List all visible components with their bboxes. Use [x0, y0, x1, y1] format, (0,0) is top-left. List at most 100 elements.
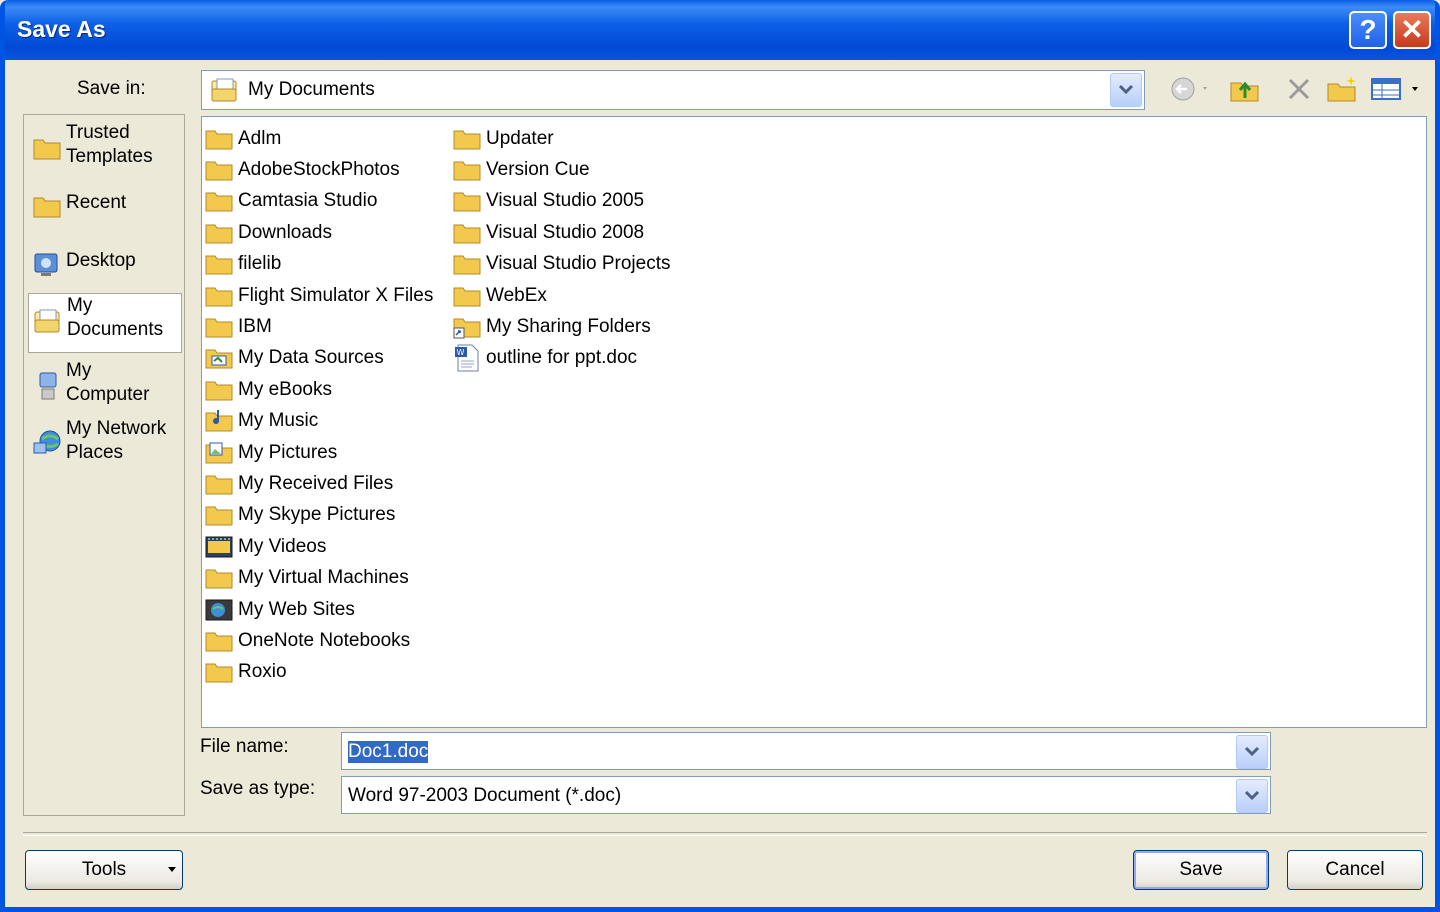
- list-item[interactable]: Camtasia Studio: [204, 186, 433, 217]
- file-name: AdobeStockPhotos: [238, 159, 400, 181]
- documents-icon: [33, 308, 63, 343]
- separator: [23, 832, 1427, 836]
- place-recent[interactable]: Recent: [28, 191, 182, 223]
- place-desktop[interactable]: Desktop: [28, 249, 182, 281]
- file-name: outline for ppt.doc: [486, 347, 638, 369]
- list-item[interactable]: IBM: [204, 311, 433, 342]
- list-item[interactable]: My Pictures: [204, 437, 433, 468]
- tools-button[interactable]: Tools: [25, 850, 183, 890]
- list-item[interactable]: Version Cue: [452, 154, 670, 185]
- title-bar[interactable]: Save As ? ✕: [5, 0, 1435, 60]
- shared-folder-icon: [452, 314, 486, 340]
- views-button[interactable]: [1367, 70, 1425, 108]
- list-item[interactable]: My Sharing Folders: [452, 311, 670, 342]
- desktop-icon: [32, 251, 62, 286]
- file-column-1: Adlm AdobeStockPhotos Camtasia Studio Do…: [204, 123, 433, 688]
- views-icon: [1371, 78, 1418, 100]
- file-name: OneNote Notebooks: [238, 629, 411, 651]
- list-item[interactable]: Adlm: [204, 123, 433, 154]
- save-in-dropdown[interactable]: My Documents: [201, 70, 1145, 110]
- place-label: Computer: [66, 384, 150, 405]
- file-name: WebEx: [486, 284, 547, 306]
- chevron-down-icon: [1118, 84, 1134, 95]
- folder-icon: [452, 188, 486, 214]
- svg-text:W: W: [457, 348, 465, 357]
- data-sources-icon: [204, 345, 238, 371]
- back-button[interactable]: [1165, 70, 1215, 108]
- list-item[interactable]: filelib: [204, 249, 433, 280]
- up-folder-icon: [1230, 81, 1259, 102]
- save-type-dropdown-button[interactable]: [1236, 779, 1268, 813]
- folder-icon: [204, 283, 238, 309]
- file-name: Visual Studio Projects: [486, 253, 671, 275]
- list-item[interactable]: Roxio: [204, 657, 433, 688]
- folder-icon: [204, 628, 238, 654]
- place-my-computer[interactable]: My Computer: [28, 359, 182, 415]
- save-type-label: Save as type:: [200, 778, 316, 799]
- list-item[interactable]: My eBooks: [204, 374, 433, 405]
- list-item[interactable]: Updater: [452, 123, 670, 154]
- file-name: filelib: [238, 253, 282, 275]
- place-trusted-templates[interactable]: Trusted Templates: [28, 121, 182, 177]
- file-name: Version Cue: [486, 159, 590, 181]
- back-icon: [1171, 77, 1207, 101]
- delete-button[interactable]: [1281, 70, 1317, 108]
- list-item[interactable]: Visual Studio 2005: [452, 186, 670, 217]
- place-my-network-places[interactable]: My Network Places: [28, 417, 182, 473]
- file-name: My Virtual Machines: [238, 567, 409, 589]
- place-label: Templates: [66, 146, 153, 167]
- list-item[interactable]: My Videos: [204, 531, 433, 562]
- list-item[interactable]: Woutline for ppt.doc: [452, 343, 670, 374]
- place-label: Documents: [67, 319, 164, 340]
- list-item[interactable]: AdobeStockPhotos: [204, 154, 433, 185]
- folder-icon: [204, 220, 238, 246]
- save-type-select[interactable]: Word 97-2003 Document (*.doc): [341, 776, 1271, 814]
- chevron-down-icon: [1244, 746, 1260, 757]
- close-button[interactable]: ✕: [1393, 11, 1431, 49]
- web-sites-folder-icon: [204, 597, 238, 623]
- list-item[interactable]: Visual Studio 2008: [452, 217, 670, 248]
- place-my-documents[interactable]: My Documents: [28, 293, 182, 353]
- file-name: My eBooks: [238, 378, 332, 400]
- folder-icon: [452, 283, 486, 309]
- list-item[interactable]: My Data Sources: [204, 343, 433, 374]
- file-list[interactable]: Adlm AdobeStockPhotos Camtasia Studio Do…: [201, 116, 1427, 728]
- list-item[interactable]: My Music: [204, 406, 433, 437]
- save-button[interactable]: Save: [1133, 850, 1269, 890]
- list-item[interactable]: Visual Studio Projects: [452, 249, 670, 280]
- new-folder-button[interactable]: [1323, 70, 1361, 108]
- save-type-value: Word 97-2003 Document (*.doc): [348, 785, 622, 806]
- up-one-level-button[interactable]: [1225, 70, 1265, 108]
- list-item[interactable]: My Virtual Machines: [204, 562, 433, 593]
- folder-icon: [204, 377, 238, 403]
- file-name: My Data Sources: [238, 347, 384, 369]
- list-item[interactable]: My Received Files: [204, 468, 433, 499]
- folder-icon: [204, 565, 238, 591]
- list-item[interactable]: My Skype Pictures: [204, 500, 433, 531]
- cancel-button[interactable]: Cancel: [1287, 850, 1423, 890]
- save-in-dropdown-button[interactable]: [1110, 73, 1142, 107]
- list-item[interactable]: WebEx: [452, 280, 670, 311]
- file-name-dropdown-button[interactable]: [1236, 735, 1268, 769]
- file-name-input[interactable]: Doc1.doc: [348, 741, 429, 763]
- place-label: My Network: [66, 418, 167, 439]
- list-item[interactable]: Downloads: [204, 217, 433, 248]
- list-item[interactable]: OneNote Notebooks: [204, 625, 433, 656]
- file-name-combo[interactable]: Doc1.doc: [341, 732, 1271, 770]
- help-button[interactable]: ?: [1349, 11, 1387, 49]
- folder-icon: [204, 126, 238, 152]
- file-name: Adlm: [238, 127, 282, 149]
- folder-icon: [204, 251, 238, 277]
- folder-icon: [452, 126, 486, 152]
- list-item[interactable]: My Web Sites: [204, 594, 433, 625]
- delete-icon: [1288, 78, 1310, 100]
- save-as-dialog: Save As ? ✕ Save in: My Documents Truste…: [0, 0, 1440, 912]
- place-label: Trusted: [66, 122, 130, 143]
- dialog-title: Save As: [17, 16, 106, 42]
- list-item[interactable]: Flight Simulator X Files: [204, 280, 433, 311]
- place-label: My: [66, 360, 92, 381]
- videos-folder-icon: [204, 534, 238, 560]
- new-folder-icon: [1327, 76, 1356, 102]
- file-name: My Skype Pictures: [238, 504, 396, 526]
- folder-icon: [204, 157, 238, 183]
